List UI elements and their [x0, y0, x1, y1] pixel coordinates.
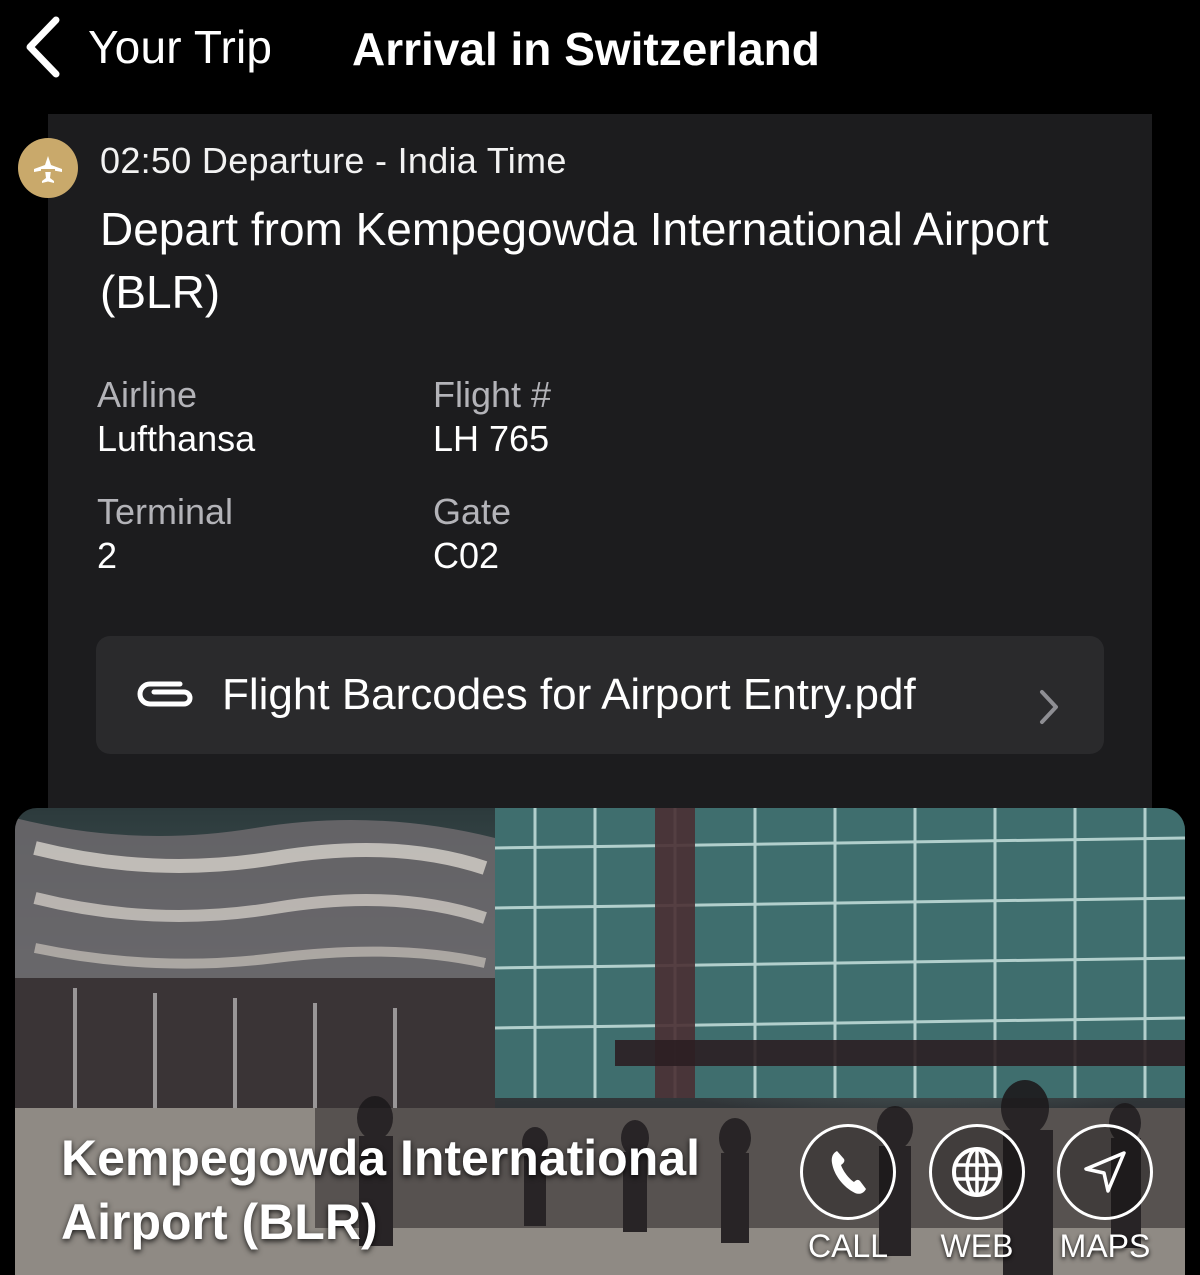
- call-button[interactable]: CALL: [800, 1124, 896, 1265]
- departure-time: 02:50 Departure - India Time: [100, 140, 567, 181]
- web-circle: [929, 1124, 1025, 1220]
- attachment-label: Flight Barcodes for Airport Entry.pdf: [222, 670, 916, 719]
- terminal-label: Terminal: [97, 491, 234, 532]
- flight-number-label: Flight #: [433, 374, 552, 415]
- paperclip-icon: [137, 681, 193, 707]
- maps-label: MAPS: [1059, 1228, 1151, 1264]
- maps-button[interactable]: MAPS: [1057, 1124, 1153, 1265]
- globe-icon: [952, 1147, 1002, 1197]
- maps-circle: [1057, 1124, 1153, 1220]
- web-button[interactable]: WEB: [929, 1124, 1025, 1265]
- page-title: Arrival in Switzerland: [352, 23, 820, 75]
- web-label: WEB: [940, 1228, 1014, 1264]
- airline-detail: Airline Lufthansa: [97, 374, 255, 462]
- gate-value: C02: [433, 535, 500, 576]
- chevron-right-icon: [1040, 690, 1058, 724]
- plane-icon: [18, 138, 78, 198]
- gate-detail: Gate C02: [433, 491, 511, 579]
- event-title: Depart from Kempegowda International Air…: [100, 203, 1049, 318]
- airline-label: Airline: [97, 374, 198, 415]
- phone-icon: [831, 1151, 866, 1194]
- chevron-left-icon: [26, 16, 60, 78]
- airline-value: Lufthansa: [97, 418, 256, 459]
- call-label: CALL: [807, 1228, 889, 1264]
- place-photo-card[interactable]: Kempegowda International Airport (BLR) C…: [15, 808, 1185, 1275]
- terminal-detail: Terminal 2: [97, 491, 233, 579]
- gate-label: Gate: [433, 491, 512, 532]
- terminal-value: 2: [97, 535, 118, 576]
- flight-number-value: LH 765: [433, 418, 550, 459]
- call-circle: [800, 1124, 896, 1220]
- back-button[interactable]: Your Trip: [22, 14, 272, 80]
- place-name: Kempegowda International Airport (BLR): [61, 1130, 700, 1250]
- back-label: Your Trip: [88, 21, 273, 73]
- location-arrow-icon: [1084, 1151, 1126, 1193]
- flight-number-detail: Flight # LH 765: [433, 374, 551, 462]
- attachment-row[interactable]: Flight Barcodes for Airport Entry.pdf: [96, 636, 1104, 754]
- nav-header: Your Trip Arrival in Switzerland: [0, 0, 1200, 100]
